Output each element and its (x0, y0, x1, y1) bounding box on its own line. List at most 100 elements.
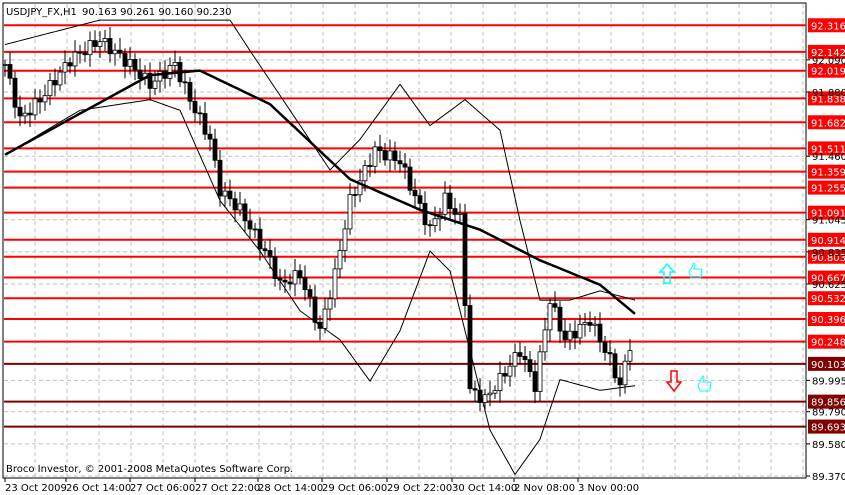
candle-body (332, 268, 338, 300)
candle-body (242, 203, 248, 222)
candle-body (292, 270, 298, 285)
candle-body (337, 250, 343, 270)
candle-body (72, 51, 78, 67)
candle-body (312, 296, 318, 323)
level-label: 90.532 (811, 294, 845, 305)
candle-body (192, 100, 198, 114)
candle-body (317, 321, 323, 329)
candle-body (257, 228, 263, 250)
level-label: 91.359 (811, 168, 845, 179)
candle-body (107, 38, 113, 55)
candle-body (57, 71, 63, 86)
candle-body (592, 323, 598, 326)
candle-body (392, 150, 398, 162)
candle-body (212, 138, 218, 161)
level-label: 92.019 (811, 67, 845, 78)
candle-body (612, 353, 618, 379)
candle-body (22, 112, 28, 117)
candle-body (422, 202, 428, 226)
candle-body (387, 150, 393, 161)
candle-body (97, 41, 103, 47)
candle-body (382, 150, 388, 161)
candle-body (42, 95, 48, 103)
candle-body (482, 394, 488, 403)
candle-body (397, 160, 403, 165)
candle-body (587, 322, 593, 326)
candle-body (322, 308, 328, 329)
candle-body (342, 228, 348, 251)
candle-body (582, 322, 588, 325)
candle-body (517, 352, 523, 357)
x-tick-label: 26 Oct 14:00 (66, 483, 131, 494)
y-tick-label: 92.090 (812, 56, 845, 67)
candle-body (2, 64, 8, 66)
price-chart[interactable]: 92.31692.14292.01991.83891.68291.51191.3… (0, 0, 845, 495)
candle-body (117, 49, 123, 54)
candle-body (542, 329, 548, 353)
y-tick-label: 91.880 (812, 88, 845, 99)
candle-body (552, 303, 558, 308)
candle-body (287, 281, 293, 285)
x-tick-label: 23 Oct 2009 (5, 483, 67, 494)
candle-body (102, 38, 108, 43)
candle-body (562, 330, 568, 341)
candle-body (527, 359, 533, 373)
x-tick-label: 30 Oct 14:00 (452, 483, 517, 494)
candle-body (347, 194, 353, 230)
candle-body (227, 190, 233, 200)
level-label: 90.396 (811, 315, 845, 326)
candle-body (27, 112, 33, 116)
candle-body (62, 62, 68, 73)
candle-body (127, 59, 133, 67)
candle-body (237, 203, 243, 211)
candle-body (432, 218, 438, 227)
candle-body (352, 194, 358, 196)
chart-title: USDJPY_FX,H1 (6, 7, 77, 18)
candle-body (457, 212, 463, 215)
level-label: 92.316 (811, 21, 845, 32)
level-label: 90.914 (811, 236, 845, 247)
candle-body (132, 59, 138, 71)
candle-body (37, 98, 43, 103)
candle-body (267, 250, 273, 258)
candle-body (557, 306, 563, 332)
candle-body (377, 146, 383, 151)
candle-body (447, 192, 453, 210)
candle-body (427, 224, 433, 227)
candle-body (87, 40, 93, 56)
chart-window: 92.316 92.142 92.019 91.838 91.682 91.511 91.3… (0, 0, 845, 495)
candle-body (402, 163, 408, 168)
candle-body (297, 270, 303, 278)
candle-body (522, 356, 528, 361)
copyright-text: Broco Investor, © 2001-2008 MetaQuotes S… (6, 464, 293, 475)
candle-body (82, 52, 88, 56)
candle-body (152, 80, 158, 89)
ohlc-readout: 90.163 90.261 90.160 90.230 (82, 7, 232, 18)
candle-body (277, 278, 283, 281)
candle-body (547, 303, 553, 331)
candle-body (197, 112, 203, 115)
x-tick-label: 28 Oct 14:00 (258, 483, 323, 494)
level-label: 89.693 (811, 423, 845, 434)
candle-body (52, 80, 58, 86)
candle-body (512, 352, 518, 367)
x-tick-label: 2 Nov 08:00 (514, 483, 575, 494)
x-tick-label: 27 Oct 06:00 (130, 483, 195, 494)
level-label: 90.103 (811, 360, 845, 371)
candle-body (477, 389, 483, 403)
candle-body (532, 371, 538, 392)
candle-body (232, 198, 238, 211)
level-label: 91.255 (811, 184, 845, 195)
x-tick-label: 29 Oct 22:00 (387, 483, 452, 494)
candle-body (487, 392, 493, 396)
candle-body (77, 51, 83, 54)
candle-body (407, 166, 413, 191)
candle-body (452, 208, 458, 215)
candle-body (572, 330, 578, 339)
candle-body (502, 373, 508, 377)
candle-body (417, 195, 423, 204)
candle-body (32, 98, 38, 116)
y-tick-label: 90.625 (812, 280, 845, 291)
candle-body (7, 64, 13, 79)
candle-body (622, 360, 628, 386)
